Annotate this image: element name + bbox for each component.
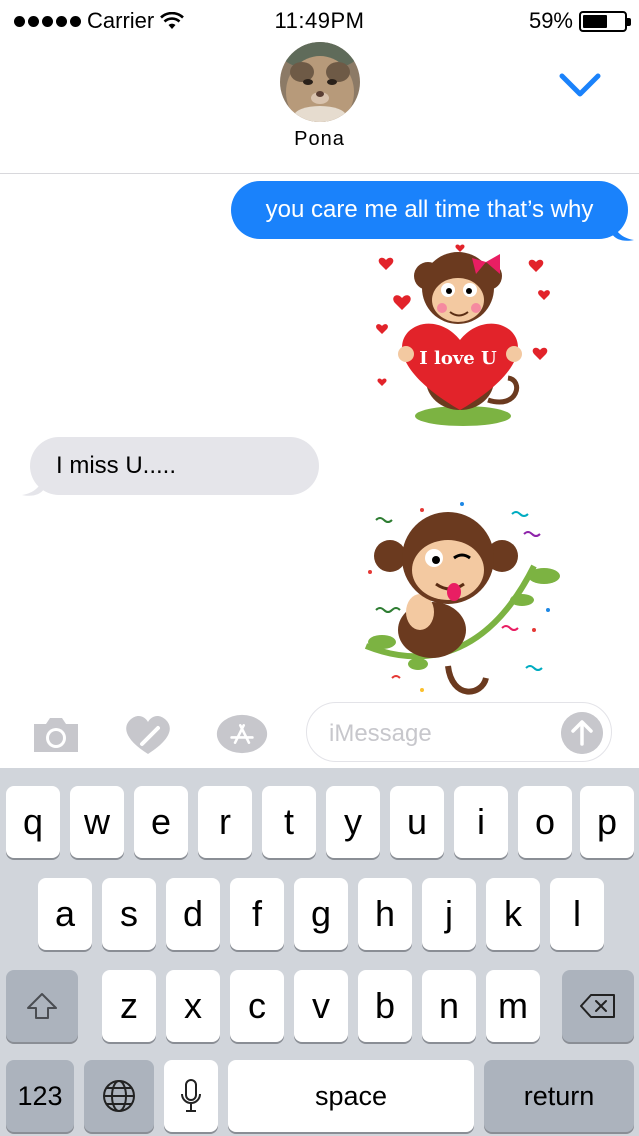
key-k[interactable]: k <box>486 878 540 950</box>
globe-icon <box>103 1080 135 1112</box>
key-i[interactable]: i <box>454 786 508 858</box>
key-y[interactable]: y <box>326 786 380 858</box>
key-s[interactable]: s <box>102 878 156 950</box>
keyboard: q w e r t y u i o p a s d f g h j k l z … <box>0 768 639 1136</box>
send-arrow-icon[interactable] <box>561 712 603 754</box>
message-text: I miss U..... <box>56 452 176 479</box>
battery-icon <box>579 10 631 32</box>
outgoing-message-bubble[interactable]: you care me all time that’s why <box>231 181 628 239</box>
monkey-branch-sticker[interactable] <box>362 500 562 700</box>
key-l[interactable]: l <box>550 878 604 950</box>
key-n[interactable]: n <box>422 970 476 1042</box>
key-m[interactable]: m <box>486 970 540 1042</box>
message-input[interactable]: iMessage <box>306 702 612 762</box>
chevron-down-icon[interactable] <box>558 70 602 100</box>
shift-arrow-icon <box>27 993 57 1019</box>
key-t[interactable]: t <box>262 786 316 858</box>
globe-key[interactable] <box>84 1060 154 1132</box>
numbers-key[interactable]: 123 <box>6 1060 74 1132</box>
key-q[interactable]: q <box>6 786 60 858</box>
bubble-tail <box>612 222 634 241</box>
key-x[interactable]: x <box>166 970 220 1042</box>
key-b[interactable]: b <box>358 970 412 1042</box>
key-g[interactable]: g <box>294 878 348 950</box>
backspace-icon <box>580 994 615 1018</box>
message-input-placeholder: iMessage <box>329 720 432 747</box>
battery-percent: 59% <box>528 8 573 33</box>
conversation-header: Pona <box>0 42 639 174</box>
microphone-key[interactable] <box>164 1060 218 1132</box>
key-v[interactable]: v <box>294 970 348 1042</box>
shift-key[interactable] <box>6 970 78 1042</box>
key-h[interactable]: h <box>358 878 412 950</box>
digital-touch-icon[interactable] <box>122 710 174 758</box>
cat-photo-icon <box>280 42 360 122</box>
sticker-caption: I love U <box>419 348 497 369</box>
app-store-icon[interactable] <box>216 710 268 758</box>
key-o[interactable]: o <box>518 786 572 858</box>
key-f[interactable]: f <box>230 878 284 950</box>
camera-icon[interactable] <box>30 710 82 758</box>
key-d[interactable]: d <box>166 878 220 950</box>
status-bar: Carrier 11:49PM 59% <box>0 0 639 42</box>
key-p[interactable]: p <box>580 786 634 858</box>
avatar[interactable] <box>280 42 360 122</box>
key-c[interactable]: c <box>230 970 284 1042</box>
key-z[interactable]: z <box>102 970 156 1042</box>
message-text: you care me all time that’s why <box>265 196 594 223</box>
key-j[interactable]: j <box>422 878 476 950</box>
key-w[interactable]: w <box>70 786 124 858</box>
microphone-icon <box>181 1079 201 1112</box>
key-e[interactable]: e <box>134 786 188 858</box>
key-r[interactable]: r <box>198 786 252 858</box>
contact-name[interactable]: Pona <box>0 128 639 151</box>
incoming-message-bubble[interactable]: I miss U..... <box>30 437 319 495</box>
battery-fill <box>583 14 607 28</box>
monkey-heart-sticker[interactable]: I love U <box>368 240 558 432</box>
key-u[interactable]: u <box>390 786 444 858</box>
return-key[interactable]: return <box>484 1060 634 1132</box>
backspace-key[interactable] <box>562 970 634 1042</box>
space-key[interactable]: space <box>228 1060 474 1132</box>
status-right: 59% <box>528 8 631 34</box>
key-a[interactable]: a <box>38 878 92 950</box>
